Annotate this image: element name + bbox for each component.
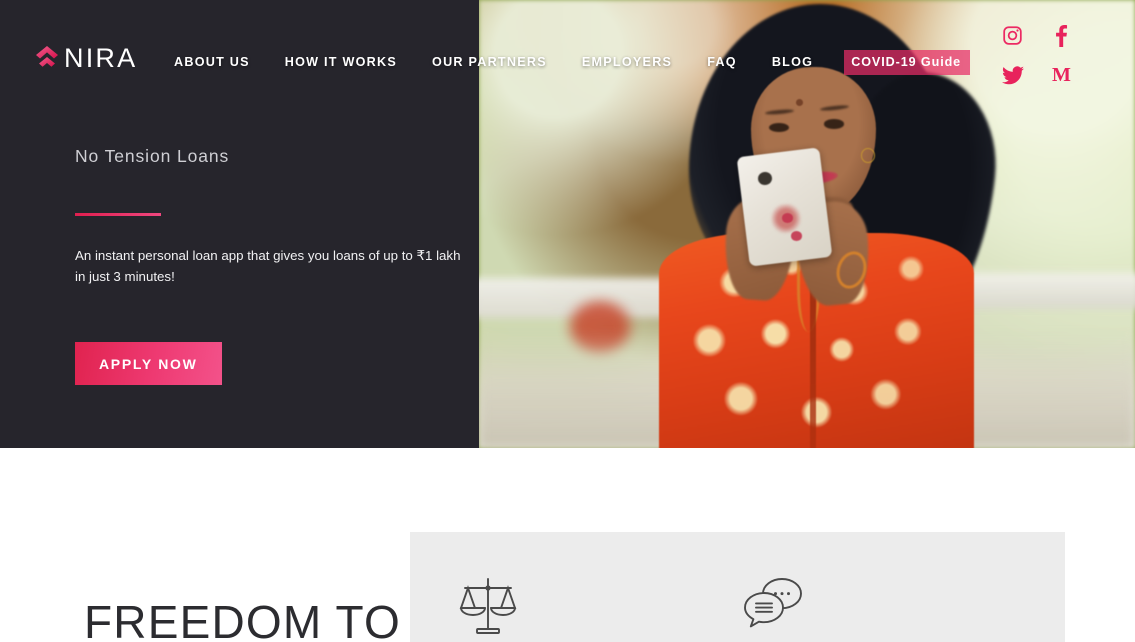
speech-bubbles-icon: [744, 575, 806, 629]
below-fold-section: FREEDOM TO BE: [0, 448, 1135, 642]
feature-icon-row: [410, 532, 1065, 642]
feature-transparency[interactable]: [433, 575, 543, 642]
medium-icon-glyph: M: [1052, 64, 1071, 86]
social-links: M: [1001, 24, 1073, 85]
hero-subtitle: An instant personal loan app that gives …: [75, 248, 461, 284]
nav-item-faq[interactable]: FAQ: [707, 56, 737, 69]
apply-now-button[interactable]: APPLY NOW: [75, 342, 222, 386]
instagram-icon[interactable]: [1002, 25, 1023, 46]
feature-communication[interactable]: [720, 575, 830, 642]
site-header: NIRA ABOUT US HOW IT WORKS OUR PARTNERS …: [0, 0, 1135, 100]
subject-nail-a: [782, 212, 794, 223]
nav-item-blog[interactable]: BLOG: [772, 56, 813, 69]
nav-item-employers[interactable]: EMPLOYERS: [582, 56, 672, 69]
balance-scales-icon: [459, 575, 517, 637]
nira-chevron-logo-icon: [34, 44, 60, 72]
logo[interactable]: NIRA: [34, 44, 137, 72]
page-root: No Tension Loans An instant personal loa…: [0, 0, 1135, 642]
hero-kicker: No Tension Loans: [75, 146, 230, 166]
nav-item-about-us[interactable]: ABOUT US: [174, 56, 250, 69]
twitter-icon[interactable]: [1001, 65, 1024, 85]
nav-item-our-partners[interactable]: OUR PARTNERS: [432, 56, 547, 69]
nav-covid19-guide-badge[interactable]: COVID-19 Guide: [844, 50, 971, 75]
medium-icon[interactable]: M: [1052, 65, 1071, 85]
hero-accent-rule: [75, 213, 161, 216]
subject-nail-b: [791, 230, 803, 241]
hero-copy: No Tension Loans An instant personal loa…: [75, 146, 475, 386]
feature-card: [410, 532, 1065, 642]
logo-text: NIRA: [64, 42, 138, 73]
subject-eye-right: [824, 119, 845, 129]
main-nav: ABOUT US HOW IT WORKS OUR PARTNERS EMPLO…: [174, 50, 971, 75]
nav-item-how-it-works[interactable]: HOW IT WORKS: [285, 56, 397, 69]
facebook-icon[interactable]: [1055, 24, 1068, 47]
